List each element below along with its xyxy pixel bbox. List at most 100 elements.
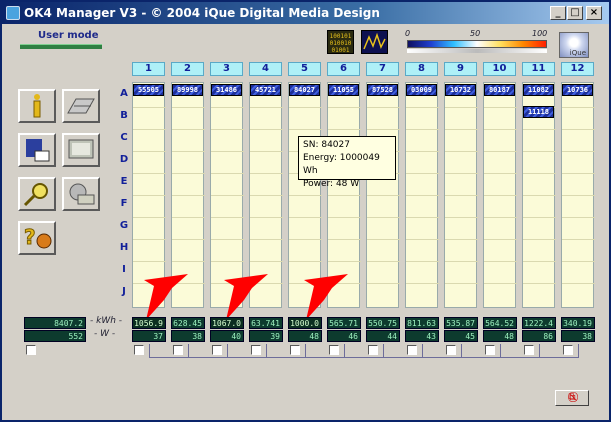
log-button[interactable]	[18, 133, 56, 167]
column-header-7[interactable]: 7	[366, 62, 399, 76]
search-button[interactable]	[18, 177, 56, 211]
maximize-button[interactable]: □	[567, 6, 583, 20]
settings-button[interactable]	[62, 177, 100, 211]
column-header-9[interactable]: 9	[444, 62, 477, 76]
panel-column-12[interactable]: 10736	[561, 82, 595, 308]
panel-module-badge[interactable]: 11118	[523, 106, 554, 118]
panel-module-badge[interactable]: 03009	[406, 84, 437, 96]
column-checkbox-9[interactable]	[446, 345, 456, 355]
connector-bus	[149, 357, 579, 358]
connector-line	[539, 344, 540, 358]
row-label-F: F	[120, 198, 128, 209]
minimize-button[interactable]: _	[550, 6, 566, 20]
row-divider	[445, 283, 478, 284]
row-divider	[484, 283, 517, 284]
column-checkbox-8[interactable]	[407, 345, 417, 355]
column-checkbox-10[interactable]	[485, 345, 495, 355]
panel-module-badge[interactable]: 11055	[328, 84, 359, 96]
panel-column-10[interactable]: 80187	[483, 82, 517, 308]
panel-module-badge[interactable]: 11082	[523, 84, 554, 96]
row-divider	[289, 129, 322, 130]
row-divider	[484, 261, 517, 262]
column-header-1[interactable]: 1	[132, 62, 165, 76]
column-checkbox-12[interactable]	[563, 345, 573, 355]
row-divider	[562, 129, 595, 130]
column-header-4[interactable]: 4	[249, 62, 282, 76]
row-divider	[562, 239, 595, 240]
row-divider	[562, 173, 595, 174]
row-divider	[211, 261, 244, 262]
column-checkbox-7[interactable]	[368, 345, 378, 355]
row-divider	[133, 261, 166, 262]
column-checkbox-4[interactable]	[251, 345, 261, 355]
row-divider	[172, 129, 205, 130]
row-divider	[289, 239, 322, 240]
title-bar[interactable]: OK4 Manager V3 - © 2004 iQue Digital Med…	[2, 2, 609, 24]
panel-module-badge[interactable]: 31486	[211, 84, 242, 96]
panel-module-badge[interactable]: 55505	[133, 84, 164, 96]
help-button[interactable]: ?	[18, 221, 56, 255]
total-w-display: 552	[24, 330, 86, 342]
column-header-8[interactable]: 8	[405, 62, 438, 76]
connector-line	[227, 344, 228, 358]
column-checkbox-5[interactable]	[290, 345, 300, 355]
panel-module-badge[interactable]: 87528	[367, 84, 398, 96]
waveform-icon[interactable]	[361, 30, 388, 54]
svg-text:?: ?	[24, 225, 36, 249]
info-button[interactable]	[18, 89, 56, 123]
panel-module-badge[interactable]: 89998	[172, 84, 203, 96]
panel-module-badge[interactable]: 84027	[289, 84, 320, 96]
panel-view-button[interactable]	[62, 89, 100, 123]
column-header-10[interactable]: 10	[483, 62, 516, 76]
column-header-12[interactable]: 12	[561, 62, 594, 76]
column-header-2[interactable]: 2	[171, 62, 204, 76]
row-divider	[328, 129, 361, 130]
row-divider	[445, 107, 478, 108]
row-divider	[367, 239, 400, 240]
close-button[interactable]: ×	[586, 6, 602, 20]
row-divider	[367, 195, 400, 196]
row-divider	[367, 217, 400, 218]
column-checkbox-2[interactable]	[173, 345, 183, 355]
panel-module-badge[interactable]: 10736	[562, 84, 593, 96]
column-header-11[interactable]: 11	[522, 62, 555, 76]
row-divider	[250, 239, 283, 240]
column-checkbox-3[interactable]	[212, 345, 222, 355]
binary-data-icon[interactable]: 100101 010010 01001	[327, 30, 354, 54]
panel-column-8[interactable]: 03009	[405, 82, 439, 308]
row-label-H: H	[119, 242, 129, 253]
row-divider	[250, 195, 283, 196]
row-divider	[562, 195, 595, 196]
total-checkbox[interactable]	[26, 345, 36, 355]
w-display-11: 86	[522, 330, 556, 342]
column-checkbox-6[interactable]	[329, 345, 339, 355]
panel-module-badge[interactable]: 10732	[445, 84, 476, 96]
column-checkbox-11[interactable]	[524, 345, 534, 355]
column-checkbox-1[interactable]	[134, 345, 144, 355]
restore-close-button[interactable]: ⧉⃠	[555, 390, 589, 406]
column-header-3[interactable]: 3	[210, 62, 243, 76]
row-divider	[367, 129, 400, 130]
client-area: User mode 100101 010010 01001 0 50 100 i…	[2, 24, 609, 420]
panel-column-7[interactable]: 87528	[366, 82, 400, 308]
panel-module-badge[interactable]: 45721	[250, 84, 281, 96]
row-divider	[406, 107, 439, 108]
row-divider	[172, 107, 205, 108]
row-divider	[406, 129, 439, 130]
row-divider	[211, 107, 244, 108]
row-divider	[328, 107, 361, 108]
column-header-6[interactable]: 6	[327, 62, 360, 76]
panel-column-11[interactable]: 11082 11118	[522, 82, 556, 308]
panel-module-badge[interactable]: 80187	[484, 84, 515, 96]
row-divider	[211, 217, 244, 218]
column-header-5[interactable]: 5	[288, 62, 321, 76]
kwh-display-11: 1222.4	[522, 317, 556, 329]
connector-line	[461, 344, 462, 358]
panel-column-9[interactable]: 10732	[444, 82, 478, 308]
monitor-button[interactable]	[62, 133, 100, 167]
row-divider	[133, 173, 166, 174]
row-divider	[562, 107, 595, 108]
row-divider	[328, 261, 361, 262]
w-display-1: 37	[132, 330, 166, 342]
row-divider	[367, 283, 400, 284]
